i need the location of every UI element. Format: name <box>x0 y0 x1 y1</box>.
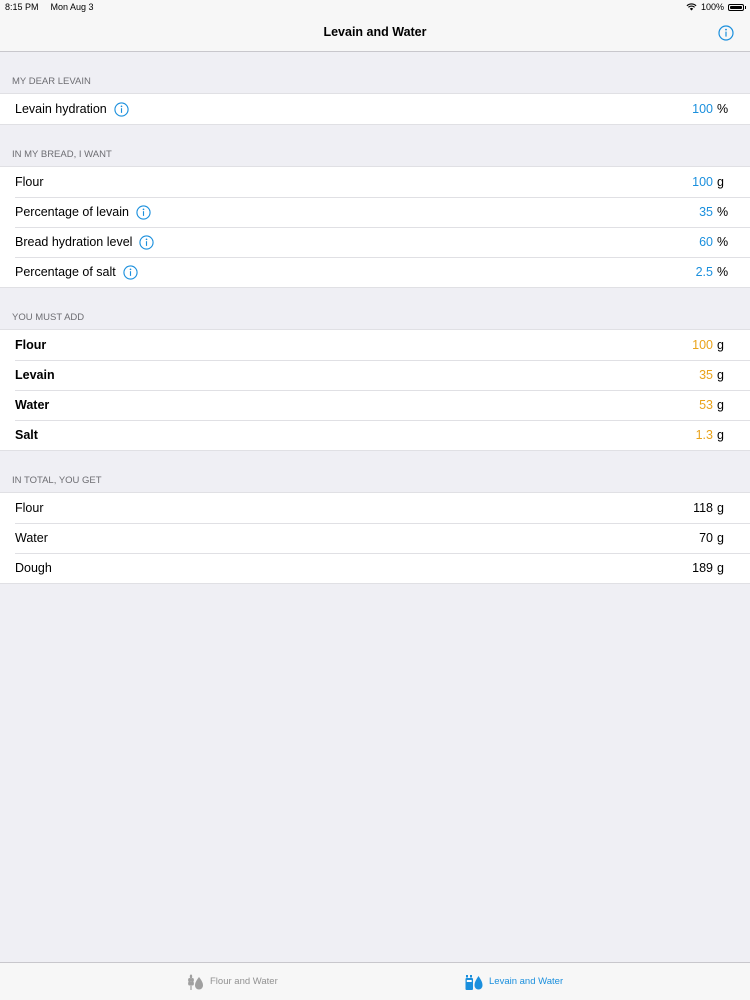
section-header-add: YOU MUST ADD <box>12 312 85 323</box>
total-dough-value: 189 <box>692 561 713 575</box>
jar-water-icon <box>465 975 483 990</box>
unit-label: g <box>717 501 724 515</box>
group-levain: Levain hydration 100 % <box>0 93 750 125</box>
unit-label: % <box>717 265 729 279</box>
unit-label: g <box>717 338 724 352</box>
row-label: Dough <box>15 561 52 575</box>
unit-label: g <box>717 398 724 412</box>
info-icon[interactable] <box>139 234 155 250</box>
unit-label: g <box>717 368 724 382</box>
unit-label: % <box>717 102 729 116</box>
row-add-water: Water 53 g <box>0 390 750 420</box>
row-label: Percentage of salt <box>15 265 116 279</box>
add-water-value: 53 <box>699 398 713 412</box>
row-bread-hydration[interactable]: Bread hydration level 60 % <box>0 227 750 257</box>
tab-bar: Flour and Water Levain and Water <box>0 962 750 1000</box>
group-total: Flour 118 g Water 70 g Dough 189 g <box>0 492 750 584</box>
add-flour-value: 100 <box>692 338 713 352</box>
flour-input-value[interactable]: 100 <box>692 175 713 189</box>
row-total-dough: Dough 189 g <box>0 553 750 583</box>
total-flour-value: 118 <box>693 501 713 515</box>
row-levain-hydration[interactable]: Levain hydration 100 % <box>0 94 750 124</box>
row-label: Flour <box>15 338 47 352</box>
navigation-bar: Levain and Water <box>0 16 750 52</box>
tab-label: Levain and Water <box>489 976 564 987</box>
status-date: Mon Aug 3 <box>50 2 94 12</box>
battery-percent: 100% <box>700 2 724 12</box>
tab-label: Flour and Water <box>210 976 278 987</box>
row-label: Salt <box>15 428 38 442</box>
section-header-levain: MY DEAR LEVAIN <box>12 76 91 87</box>
page-title: Levain and Water <box>323 25 427 39</box>
row-label: Water <box>15 531 48 545</box>
bread-hydration-value[interactable]: 60 <box>699 235 713 249</box>
row-label: Levain hydration <box>15 102 107 116</box>
row-flour-input[interactable]: Flour 100 g <box>0 167 750 197</box>
unit-label: g <box>717 561 724 575</box>
row-add-levain: Levain 35 g <box>0 360 750 390</box>
settings-list: MY DEAR LEVAIN Levain hydration 100 % IN… <box>0 52 750 584</box>
percentage-salt-value[interactable]: 2.5 <box>696 265 713 279</box>
tab-levain-and-water[interactable]: Levain and Water <box>465 972 563 991</box>
row-total-water: Water 70 g <box>0 523 750 553</box>
row-add-salt: Salt 1.3 g <box>0 420 750 450</box>
row-total-flour: Flour 118 g <box>0 493 750 523</box>
group-add: Flour 100 g Levain 35 g Water 53 g Salt … <box>0 329 750 451</box>
section-header-total: IN TOTAL, YOU GET <box>12 475 102 486</box>
unit-label: g <box>717 531 724 545</box>
row-label: Flour <box>15 175 44 189</box>
add-levain-value: 35 <box>699 368 713 382</box>
status-bar: 8:15 PM Mon Aug 3 100% <box>0 0 750 16</box>
row-percentage-salt[interactable]: Percentage of salt 2.5 % <box>0 257 750 287</box>
add-salt-value: 1.3 <box>695 428 713 442</box>
info-icon[interactable] <box>136 204 151 220</box>
info-icon[interactable] <box>718 25 734 41</box>
total-water-value: 70 <box>699 531 713 545</box>
row-add-flour: Flour 100 g <box>0 330 750 360</box>
row-label: Flour <box>15 501 44 515</box>
unit-label: g <box>717 428 724 442</box>
row-label: Water <box>15 398 50 412</box>
section-header-bread: IN MY BREAD, I WANT <box>12 149 112 160</box>
wifi-icon <box>686 3 697 11</box>
unit-label: % <box>717 205 729 219</box>
battery-icon <box>728 3 746 11</box>
unit-label: % <box>717 235 729 249</box>
levain-hydration-value[interactable]: 100 <box>692 102 713 116</box>
row-label: Percentage of levain <box>15 205 129 219</box>
percentage-levain-value[interactable]: 35 <box>699 205 713 219</box>
status-time: 8:15 PM <box>5 2 39 12</box>
row-label: Bread hydration level <box>15 235 133 249</box>
info-icon[interactable] <box>123 264 138 280</box>
group-bread: Flour 100 g Percentage of levain 35 % Br… <box>0 166 750 288</box>
row-label: Levain <box>15 368 55 382</box>
row-percentage-levain[interactable]: Percentage of levain 35 % <box>0 197 750 227</box>
unit-label: g <box>717 175 724 189</box>
wheat-icon <box>188 974 203 990</box>
info-icon[interactable] <box>114 101 129 117</box>
tab-flour-and-water[interactable]: Flour and Water <box>186 972 278 991</box>
